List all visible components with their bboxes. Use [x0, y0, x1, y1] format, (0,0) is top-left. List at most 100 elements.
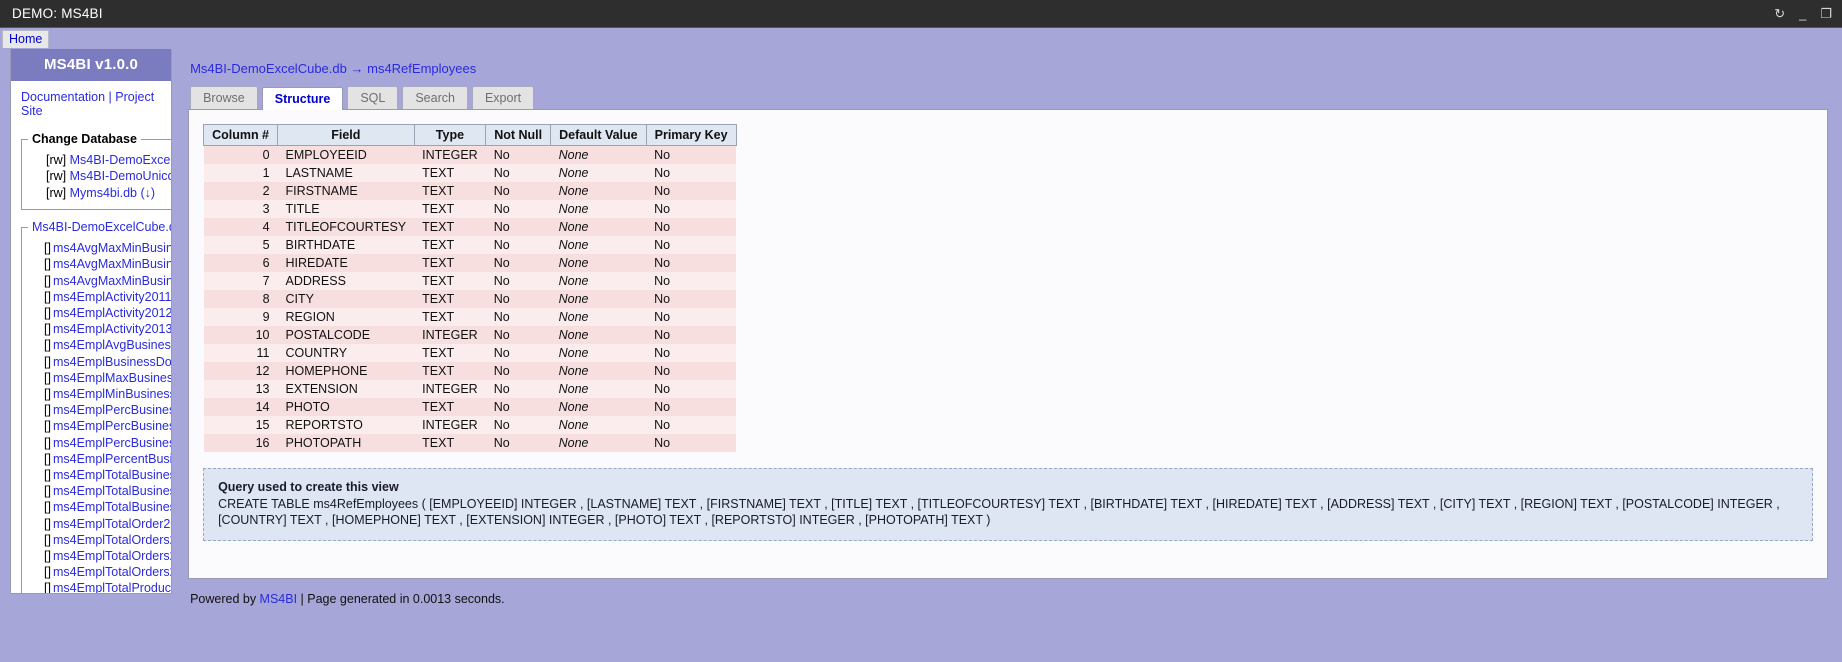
cell-column-number: 11 [203, 344, 278, 362]
cell-not-null: No [485, 272, 551, 290]
breadcrumb-table-link[interactable]: ms4RefEmployees [367, 61, 476, 76]
list-item[interactable]: [] ms4EmplActivity2013 [44, 321, 171, 337]
sidebar-table-link[interactable]: ms4EmplAvgBusiness20111213 [53, 338, 171, 352]
list-item[interactable]: [rw] Ms4BI-DemoExcelCube.db (↓) [46, 152, 171, 168]
sidebar-table-link[interactable]: ms4EmplPercBusiness2011 [53, 403, 171, 417]
cell-type: INTEGER [414, 416, 486, 434]
db-link[interactable]: Myms4bi.db [70, 186, 137, 200]
db-link[interactable]: Ms4BI-DemoUnicodeCube.db [70, 169, 171, 183]
list-item[interactable]: []ms4AvgMaxMinBusiness2013 [44, 273, 171, 289]
sidebar-table-link[interactable]: ms4EmplTotalOrders2013 [53, 565, 171, 579]
sidebar-table-link[interactable]: ms4EmplTotalOrder20111213 [53, 517, 171, 531]
sidebar-table-link[interactable]: ms4AvgMaxMinBusiness2011 [53, 241, 171, 255]
cell-type: TEXT [414, 254, 486, 272]
footer: Powered by MS4BI | Page generated in 0.0… [188, 579, 1828, 606]
sidebar-table-link[interactable]: ms4EmplActivity2012 [53, 306, 171, 320]
list-item[interactable]: []ms4EmplBusinessDollars20111213 [44, 354, 171, 370]
sidebar-table-link[interactable]: ms4EmplTotalOrders2012 [53, 549, 171, 563]
table-bracket-icon: [] [44, 516, 51, 531]
tab-browse[interactable]: Browse [190, 86, 258, 109]
table-bracket-icon: [] [44, 468, 51, 483]
table-row: 15 REPORTSTO INTEGER No None No [203, 416, 737, 434]
refresh-icon[interactable]: ↻ [1774, 7, 1785, 20]
list-item[interactable]: []ms4AvgMaxMinBusiness2011 [44, 240, 171, 256]
cell-column-number: 6 [203, 254, 278, 272]
cell-column-number: 0 [203, 145, 278, 164]
sidebar-table-link[interactable]: ms4EmplTotalBusiness2011 [53, 468, 171, 482]
sidebar-table-link[interactable]: ms4EmplMinBusiness20111213 [53, 387, 171, 401]
cell-column-number: 1 [203, 164, 278, 182]
sidebar-table-link[interactable]: ms4EmplTotalOrders2011 [53, 533, 171, 547]
list-item[interactable]: []ms4EmplTotalOrders2011 [44, 532, 171, 548]
list-item[interactable]: []ms4EmplMinBusiness20111213 [44, 386, 171, 402]
list-item[interactable]: []ms4AvgMaxMinBusiness2012 [44, 256, 171, 272]
list-item[interactable]: []ms4EmplTotalBusiness2012 [44, 483, 171, 499]
tab-sql[interactable]: SQL [347, 86, 399, 109]
window-title: DEMO: MS4BI [12, 6, 103, 21]
cell-not-null: No [485, 145, 551, 164]
sidebar-table-link[interactable]: ms4AvgMaxMinBusiness2012 [53, 257, 171, 271]
minimize-icon[interactable]: _ [1799, 7, 1806, 20]
sidebar-table-link[interactable]: ms4EmplActivity2013 [53, 322, 171, 336]
list-item[interactable]: []ms4EmplTotalOrders2012 [44, 548, 171, 564]
list-item[interactable]: []ms4EmplTotalBusiness2013 [44, 499, 171, 515]
cell-primary-key: No [646, 164, 737, 182]
home-link[interactable]: Home [2, 30, 50, 48]
sidebar-table-link[interactable]: ms4EmplMaxBusiness20111213 [53, 371, 171, 385]
list-item[interactable]: []ms4EmplTotalProduct20111213 [44, 580, 171, 593]
structure-panel: Column # Field Type Not Null Default Val… [188, 109, 1828, 579]
sidebar-table-link[interactable]: ms4EmplTotalBusiness2013 [53, 500, 171, 514]
sidebar-table-link[interactable]: ms4EmplTotalProduct20111213 [53, 581, 171, 593]
list-item[interactable]: []ms4EmplPercBusiness2012 [44, 418, 171, 434]
list-item[interactable]: []ms4EmplPercBusiness2011 [44, 402, 171, 418]
sidebar-table-link[interactable]: ms4EmplActivity2011 [53, 290, 171, 304]
page-root: Home MS4BI v1.0.0 Documentation | Projec… [0, 28, 1842, 662]
list-item[interactable]: []ms4EmplTotalBusiness2011 [44, 467, 171, 483]
sidebar-table-link[interactable]: ms4EmplBusinessDollars20111213 [53, 355, 171, 369]
query-used-box: Query used to create this view CREATE TA… [203, 468, 1813, 541]
db-perm-tag: [rw] [46, 153, 67, 167]
sidebar-table-link[interactable]: ms4EmplPercBusiness2012 [53, 419, 171, 433]
breadcrumb-db-link[interactable]: Ms4BI-DemoExcelCube.db [190, 61, 347, 76]
tab-search[interactable]: Search [402, 86, 468, 109]
list-item[interactable]: []ms4EmplPercentBusiness20111213 [44, 451, 171, 467]
list-item[interactable]: [] ms4EmplActivity2012 [44, 305, 171, 321]
tab-structure[interactable]: Structure [261, 87, 344, 110]
table-row: 4 TITLEOFCOURTESY TEXT No None No [203, 218, 737, 236]
table-row: 14 PHOTO TEXT No None No [203, 398, 737, 416]
list-item[interactable]: []ms4EmplTotalOrders2013 [44, 564, 171, 580]
download-icon[interactable]: (↓) [141, 186, 156, 200]
query-box-title: Query used to create this view [218, 480, 399, 494]
list-item[interactable]: []ms4EmplPercBusiness2013 [44, 435, 171, 451]
db-link[interactable]: Ms4BI-DemoExcelCube.db [70, 153, 171, 167]
cell-field: REPORTSTO [277, 416, 415, 434]
list-item[interactable]: []ms4EmplTotalOrder20111213 [44, 516, 171, 532]
list-item[interactable]: [rw] Ms4BI-DemoUnicodeCube.db (↓) [46, 168, 171, 184]
column-header-not-null[interactable]: Not Null [485, 124, 552, 146]
table-bracket-icon: [] [44, 500, 51, 515]
table-bracket-icon: [] [44, 532, 51, 547]
cell-default-value: None [550, 416, 647, 434]
cell-field: COUNTRY [277, 344, 415, 362]
maximize-icon[interactable]: ❐ [1820, 7, 1832, 20]
footer-ms4bi-link[interactable]: MS4BI [260, 592, 298, 606]
cell-field: REGION [277, 308, 415, 326]
list-item[interactable]: []ms4EmplAvgBusiness20111213 [44, 337, 171, 353]
list-item[interactable]: []ms4EmplMaxBusiness20111213 [44, 370, 171, 386]
column-header-column-number[interactable]: Column # [203, 124, 279, 146]
sidebar-table-link[interactable]: ms4AvgMaxMinBusiness2013 [53, 274, 171, 288]
column-header-type[interactable]: Type [413, 124, 487, 146]
cell-primary-key: No [646, 362, 737, 380]
list-item[interactable]: [rw] Myms4bi.db (↓) [46, 185, 171, 201]
sidebar-table-link[interactable]: ms4EmplTotalBusiness2012 [53, 484, 171, 498]
column-header-primary-key[interactable]: Primary Key [645, 124, 737, 146]
table-row: 10 POSTALCODE INTEGER No None No [203, 326, 737, 344]
column-header-default-value[interactable]: Default Value [550, 124, 647, 146]
documentation-link[interactable]: Documentation [21, 90, 105, 104]
cell-field: BIRTHDATE [277, 236, 415, 254]
tab-export[interactable]: Export [471, 86, 535, 109]
list-item[interactable]: [] ms4EmplActivity2011 [44, 289, 171, 305]
sidebar-table-link[interactable]: ms4EmplPercBusiness2013 [53, 436, 171, 450]
sidebar-table-link[interactable]: ms4EmplPercentBusiness20111213 [53, 452, 171, 466]
column-header-field[interactable]: Field [277, 124, 415, 146]
